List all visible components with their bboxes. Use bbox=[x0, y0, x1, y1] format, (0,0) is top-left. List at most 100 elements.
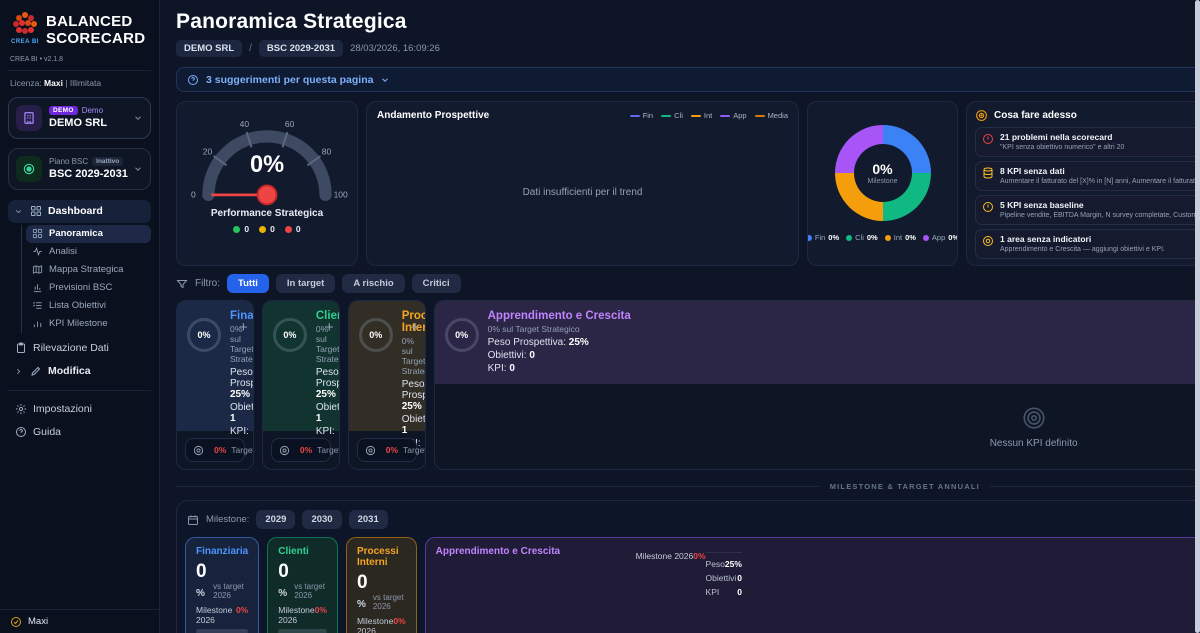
todo-item-kpi-senza-dati[interactable]: 8 KPI senza datiAumentare il fatturato d… bbox=[975, 161, 1200, 191]
gauge-value: 0% bbox=[250, 152, 284, 178]
objective-row[interactable]: Aumentare la produttività del {... 0% Ta… bbox=[357, 438, 417, 462]
objective-row[interactable]: Acquisire {X} nuovi clienti in {N}... 0%… bbox=[271, 438, 331, 462]
license-badge-icon bbox=[10, 616, 22, 628]
alert-circle-icon bbox=[982, 133, 994, 152]
bar-chart-icon bbox=[32, 282, 43, 293]
app-version: CREA BI • v2.1.8 bbox=[10, 56, 151, 63]
milestone-card-clienti: Clienti 0 % vs target 2026 Milestone 202… bbox=[267, 537, 338, 633]
sidebar-item-panoramica[interactable]: Panoramica bbox=[26, 225, 151, 243]
chevron-down-icon[interactable] bbox=[380, 75, 390, 85]
gauge-knob bbox=[258, 185, 277, 204]
sidebar-item-label: Panoramica bbox=[49, 228, 103, 239]
sidebar-item-label: Dashboard bbox=[48, 205, 103, 217]
suggestions-text: 3 suggerimenti per questa pagina bbox=[206, 74, 373, 86]
sidebar-item-label: Analisi bbox=[49, 246, 77, 257]
sidebar-item-label: Previsioni BSC bbox=[49, 282, 112, 293]
year-2031-button[interactable]: 2031 bbox=[349, 510, 388, 529]
plan-info: Piano BSC Inattivo BSC 2029-2031 bbox=[49, 157, 126, 180]
sidebar-item-previsioni-bsc[interactable]: Previsioni BSC bbox=[26, 279, 151, 297]
sidebar-item-guida[interactable]: Guida bbox=[8, 421, 151, 444]
milestone-card-finanziaria: Finanziaria 0 % vs target 2026 Milestone… bbox=[185, 537, 259, 633]
filter-in-target-button[interactable]: In target bbox=[276, 274, 335, 293]
perspective-cards-row: 0% Finanziaria 0% sul Target Strategico … bbox=[176, 300, 1200, 470]
sidebar-item-lista-obiettivi[interactable]: Lista Obiettivi bbox=[26, 297, 151, 315]
map-icon bbox=[32, 264, 43, 275]
donut-legend: Fin0% Cli0% Int0% App0% bbox=[807, 233, 958, 242]
plan-badge: BSC 2029-2031 bbox=[259, 40, 343, 57]
progress-bar bbox=[278, 629, 327, 633]
filter-a-rischio-button[interactable]: A rischio bbox=[342, 274, 404, 293]
plan-selector[interactable]: Piano BSC Inattivo BSC 2029-2031 bbox=[8, 148, 151, 190]
donut-chart: 0% Milestone bbox=[835, 125, 931, 221]
perspective-score-ring: 0% bbox=[359, 318, 393, 352]
add-objective-button[interactable]: + bbox=[325, 320, 334, 423]
media-legend-dash bbox=[755, 115, 765, 117]
plan-label: Piano BSC bbox=[49, 157, 88, 166]
sidebar-item-label: KPI Milestone bbox=[49, 318, 108, 329]
sidebar-item-rilevazione-dati[interactable]: Rilevazione Dati bbox=[8, 337, 151, 360]
demo-badge: DEMO bbox=[49, 106, 78, 115]
filter-bar: Filtro: Tutti In target A rischio Critic… bbox=[176, 274, 1200, 293]
todo-item-kpi-senza-baseline[interactable]: 5 KPI senza baselinePipeline vendite, EB… bbox=[975, 195, 1200, 225]
divider bbox=[8, 390, 151, 391]
sidebar-item-impostazioni[interactable]: Impostazioni bbox=[8, 398, 151, 421]
app-dot bbox=[923, 235, 929, 241]
sidebar-content: CREA BI BALANCED SCORECARD CREA BI • v2.… bbox=[0, 0, 159, 609]
sidebar-item-mappa-strategica[interactable]: Mappa Strategica bbox=[26, 261, 151, 279]
filter-critici-button[interactable]: Critici bbox=[412, 274, 461, 293]
breadcrumb: DEMO SRL / BSC 2029-2031 28/03/2026, 16:… bbox=[176, 40, 440, 57]
brand-title: BALANCED SCORECARD bbox=[46, 10, 145, 48]
perspective-card-clienti: 0% Clienti 0% sul Target Strategico Peso… bbox=[262, 300, 340, 470]
int-legend-dash bbox=[691, 115, 701, 117]
objective-row[interactable]: Aumentare il fatturato del {X}%... 0% Ta… bbox=[185, 438, 245, 462]
brand-line1: BALANCED bbox=[46, 13, 145, 30]
target-icon bbox=[193, 445, 204, 456]
todo-item-problemi[interactable]: 21 problemi nella scorecard"KPI senza ob… bbox=[975, 127, 1200, 157]
sidebar-item-label: Lista Obiettivi bbox=[49, 300, 106, 311]
divider bbox=[8, 70, 151, 71]
gauge-title: Performance Strategica bbox=[211, 208, 323, 219]
sidebar-item-analisi[interactable]: Analisi bbox=[26, 243, 151, 261]
suggestions-bar[interactable]: 3 suggerimenti per questa pagina bbox=[176, 67, 1200, 92]
funnel-icon bbox=[176, 278, 188, 290]
todo-title: Cosa fare adesso bbox=[994, 110, 1077, 121]
sidebar-item-kpi-milestone[interactable]: KPI Milestone bbox=[26, 315, 151, 333]
warning-circle-icon bbox=[982, 201, 994, 220]
milestone-cards-row: Finanziaria 0 % vs target 2026 Milestone… bbox=[185, 537, 1200, 633]
add-objective-button[interactable]: + bbox=[411, 320, 420, 423]
empty-kpi-state: Nessun KPI definito bbox=[443, 391, 1200, 462]
sidebar-item-modifica[interactable]: Modifica bbox=[8, 360, 151, 383]
perspective-score-ring: 0% bbox=[445, 318, 479, 352]
pencil-icon bbox=[29, 365, 42, 378]
svg-text:40: 40 bbox=[240, 119, 250, 129]
gauge-chart: 0 20 40 60 80 100 0% bbox=[182, 108, 352, 210]
perspective-card-finanziaria: 0% Finanziaria 0% sul Target Strategico … bbox=[176, 300, 254, 470]
company-badge: DEMO SRL bbox=[176, 40, 242, 57]
user-bar[interactable]: Maxi bbox=[0, 609, 159, 633]
add-objective-button[interactable]: + bbox=[239, 320, 248, 423]
sidebar-menu: Dashboard Panoramica Analisi Mappa Strat… bbox=[8, 200, 151, 444]
dashboard-submenu: Panoramica Analisi Mappa Strategica Prev… bbox=[21, 225, 151, 333]
page-title: Panoramica Strategica bbox=[176, 10, 440, 34]
svg-text:60: 60 bbox=[285, 119, 295, 129]
todo-item-area-senza-indicatori[interactable]: 1 area senza indicatoriApprendimento e C… bbox=[975, 229, 1200, 259]
sidebar-item-dashboard[interactable]: Dashboard bbox=[8, 200, 151, 223]
scrollbar[interactable] bbox=[1195, 0, 1200, 633]
list-icon bbox=[32, 300, 43, 311]
cli-dot bbox=[846, 235, 852, 241]
company-selector[interactable]: DEMO Demo DEMO SRL bbox=[8, 97, 151, 139]
milestone-header: Milestone: 2029 2030 2031 Gestisci Targe… bbox=[185, 508, 1200, 537]
todo-panel: Cosa fare adesso 21 problemi nella score… bbox=[966, 101, 1200, 266]
chevron-down-icon bbox=[133, 164, 143, 174]
concentric-circles-icon bbox=[1021, 405, 1047, 431]
filter-tutti-button[interactable]: Tutti bbox=[227, 274, 269, 293]
perspective-score-ring: 0% bbox=[187, 318, 221, 352]
year-2029-button[interactable]: 2029 bbox=[256, 510, 295, 529]
logo: CREA BI bbox=[10, 10, 40, 45]
yellow-dot bbox=[259, 226, 266, 233]
cli-legend-dash bbox=[661, 115, 671, 117]
svg-text:100: 100 bbox=[334, 190, 348, 200]
chevron-down-icon bbox=[133, 113, 143, 123]
kpi-bars-icon bbox=[32, 318, 43, 329]
year-2030-button[interactable]: 2030 bbox=[302, 510, 341, 529]
